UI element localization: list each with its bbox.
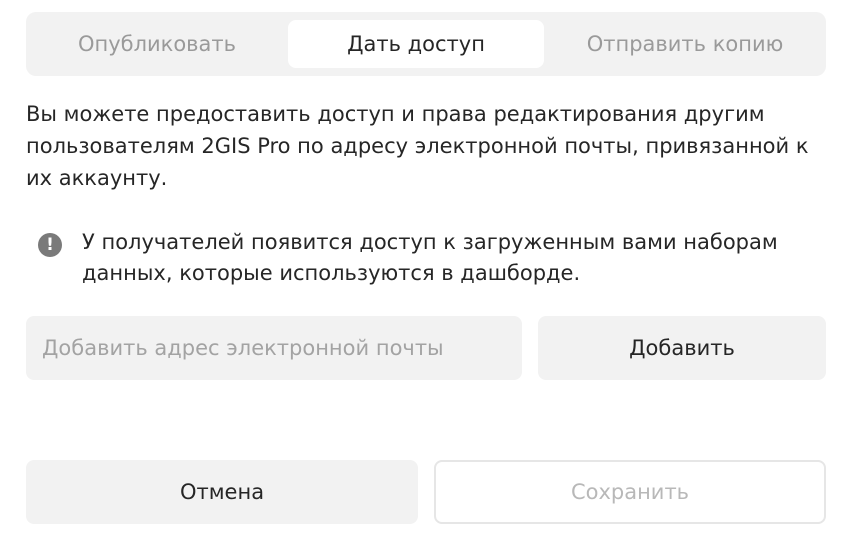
notice-text: У получателей появится доступ к загружен… <box>82 230 778 285</box>
access-description: Вы можете предоставить доступ и права ре… <box>26 102 809 190</box>
share-mode-tabs: Опубликовать Дать доступ Отправить копию <box>26 12 826 76</box>
add-email-button[interactable]: Добавить <box>538 316 826 380</box>
cancel-button[interactable]: Отмена <box>26 460 418 524</box>
tab-publish[interactable]: Опубликовать <box>26 20 288 68</box>
save-button[interactable]: Сохранить <box>434 460 826 524</box>
tab-give-access[interactable]: Дать доступ <box>288 20 544 68</box>
exclamation-icon: ! <box>38 233 62 257</box>
email-input[interactable] <box>26 316 522 380</box>
tab-send-copy[interactable]: Отправить копию <box>544 20 826 68</box>
